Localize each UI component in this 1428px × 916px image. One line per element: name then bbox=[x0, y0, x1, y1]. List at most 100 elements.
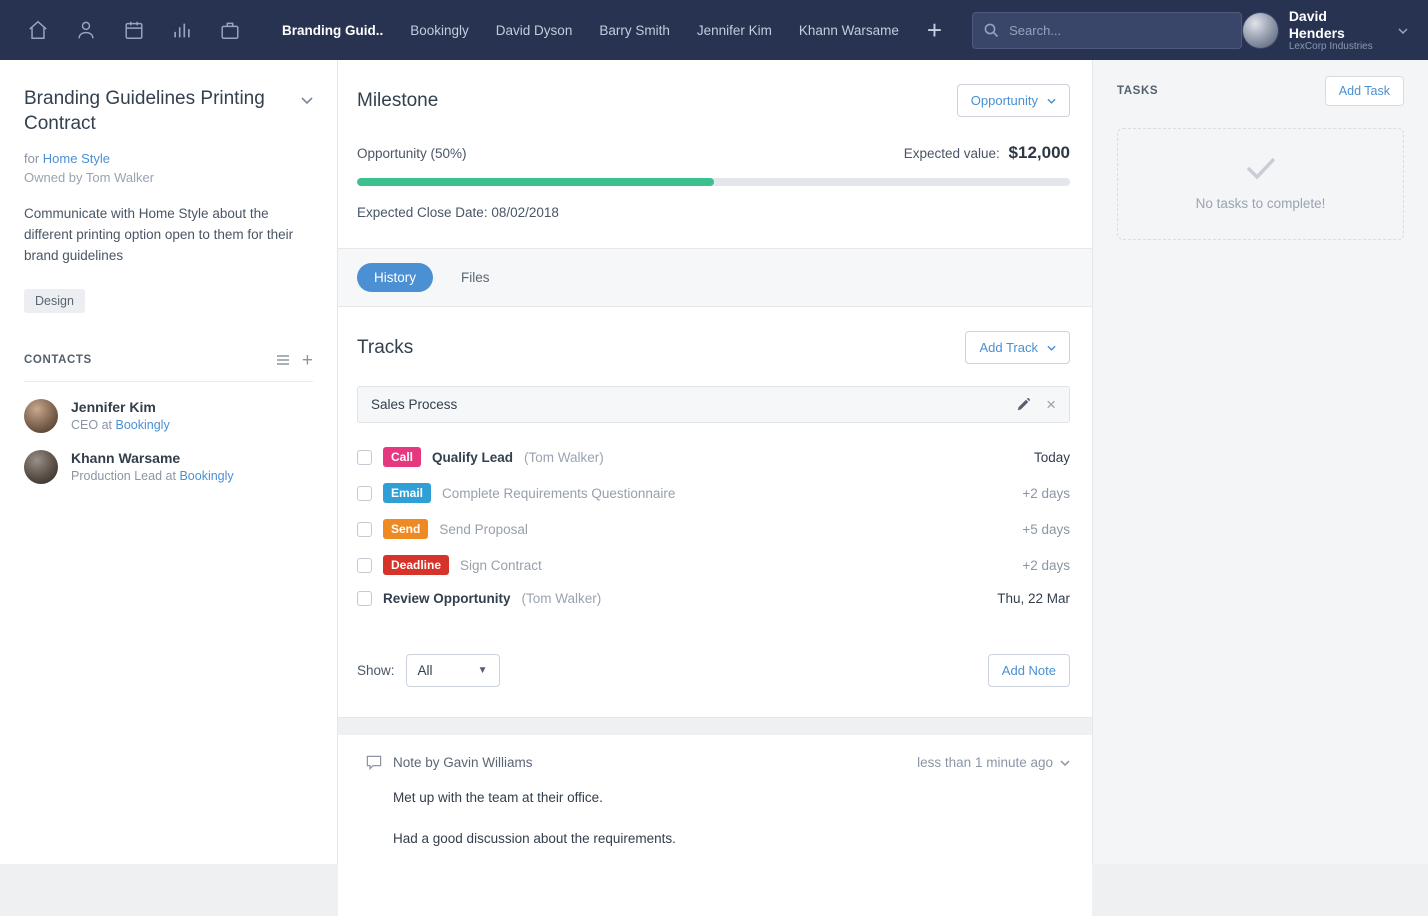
tab-history[interactable]: History bbox=[357, 263, 433, 292]
show-filter-value: All bbox=[418, 663, 433, 678]
tasks-header: TASKS bbox=[1117, 85, 1158, 97]
reports-icon[interactable] bbox=[170, 18, 194, 42]
track-item-title[interactable]: Qualify Lead bbox=[432, 450, 513, 465]
contacts-header: CONTACTS + bbox=[24, 351, 313, 382]
tag-design[interactable]: Design bbox=[24, 289, 85, 313]
user-organization: LexCorp Industries bbox=[1289, 41, 1386, 52]
track-item-sign-contract: Deadline Sign Contract +2 days bbox=[357, 547, 1070, 583]
task-checkbox[interactable] bbox=[357, 486, 372, 501]
cases-icon[interactable] bbox=[218, 18, 242, 42]
at-label: at bbox=[102, 418, 112, 432]
task-checkbox[interactable] bbox=[357, 591, 372, 606]
note-icon bbox=[366, 755, 382, 770]
add-tab-button[interactable]: + bbox=[927, 17, 942, 43]
track-item-title[interactable]: Review Opportunity bbox=[383, 591, 511, 606]
for-label: for bbox=[24, 151, 39, 166]
chevron-down-icon bbox=[1047, 345, 1056, 351]
track-item-list: Call Qualify Lead (Tom Walker) Today Ema… bbox=[357, 439, 1070, 614]
user-name: David Henders bbox=[1289, 8, 1386, 42]
track-header-bar: Sales Process × bbox=[357, 386, 1070, 423]
progress-bar-fill bbox=[357, 178, 714, 186]
note-timestamp: less than 1 minute ago bbox=[917, 755, 1053, 770]
badge-deadline: Deadline bbox=[383, 555, 449, 575]
search-input[interactable] bbox=[972, 12, 1242, 49]
calendar-icon[interactable] bbox=[122, 18, 146, 42]
milestone-title: Milestone bbox=[357, 90, 438, 112]
track-item-due: +2 days bbox=[1022, 558, 1070, 573]
track-name: Sales Process bbox=[371, 397, 457, 412]
tasks-empty-state: No tasks to complete! bbox=[1117, 128, 1404, 240]
home-icon[interactable] bbox=[26, 18, 50, 42]
note-entry: Note by Gavin Williams less than 1 minut… bbox=[338, 735, 1092, 916]
people-icon[interactable] bbox=[74, 18, 98, 42]
expected-value-line: Expected value: $12,000 bbox=[904, 143, 1070, 163]
note-body: Met up with the team at their office. Ha… bbox=[366, 790, 1070, 846]
note-paragraph: Met up with the team at their office. bbox=[393, 790, 1070, 805]
contact-khann-warsame[interactable]: Khann Warsame Production Lead at Booking… bbox=[24, 450, 313, 484]
tab-bookingly[interactable]: Bookingly bbox=[410, 23, 469, 38]
edit-track-icon[interactable] bbox=[1016, 398, 1030, 412]
user-avatar bbox=[1242, 12, 1279, 49]
contact-role: CEO bbox=[71, 418, 98, 432]
task-checkbox[interactable] bbox=[357, 522, 372, 537]
contact-avatar bbox=[24, 450, 58, 484]
main-content: Milestone Opportunity Opportunity (50%) … bbox=[338, 60, 1092, 864]
tab-files[interactable]: Files bbox=[461, 270, 490, 285]
badge-call: Call bbox=[383, 447, 421, 467]
opportunity-dropdown-button[interactable]: Opportunity bbox=[957, 84, 1070, 117]
add-track-button[interactable]: Add Track bbox=[965, 331, 1070, 364]
remove-track-icon[interactable]: × bbox=[1046, 396, 1056, 413]
add-contact-icon[interactable]: + bbox=[302, 351, 313, 370]
add-task-button[interactable]: Add Task bbox=[1325, 76, 1404, 106]
section-gap bbox=[338, 718, 1092, 735]
add-note-button[interactable]: Add Note bbox=[988, 654, 1070, 687]
opportunity-progress-bar bbox=[357, 178, 1070, 186]
track-item-due: +5 days bbox=[1022, 522, 1070, 537]
track-item-assignee: (Tom Walker) bbox=[522, 591, 602, 606]
tab-branding-guidelines[interactable]: Branding Guid.. bbox=[282, 23, 383, 38]
search-icon bbox=[983, 22, 999, 43]
user-menu[interactable]: David Henders LexCorp Industries bbox=[1242, 8, 1408, 53]
track-item-qualify-lead: Call Qualify Lead (Tom Walker) Today bbox=[357, 439, 1070, 475]
show-label: Show: bbox=[357, 663, 395, 678]
track-item-title[interactable]: Sign Contract bbox=[460, 558, 542, 573]
expected-close-date: Expected Close Date: 08/02/2018 bbox=[357, 205, 1070, 220]
related-company-line: for Home Style bbox=[24, 151, 313, 166]
contact-name: Jennifer Kim bbox=[71, 399, 170, 415]
contact-company-link[interactable]: Bookingly bbox=[116, 418, 170, 432]
checkmark-icon bbox=[1244, 155, 1278, 181]
top-navigation: Branding Guid.. Bookingly David Dyson Ba… bbox=[0, 0, 1428, 60]
opportunity-description: Communicate with Home Style about the di… bbox=[24, 204, 313, 267]
contact-jennifer-kim[interactable]: Jennifer Kim CEO at Bookingly bbox=[24, 399, 313, 433]
chevron-down-icon bbox=[1060, 760, 1070, 766]
track-item-assignee: (Tom Walker) bbox=[524, 450, 604, 465]
tab-barry-smith[interactable]: Barry Smith bbox=[599, 23, 670, 38]
track-item-title[interactable]: Complete Requirements Questionnaire bbox=[442, 486, 675, 501]
contact-role: Production Lead bbox=[71, 469, 162, 483]
track-item-title[interactable]: Send Proposal bbox=[439, 522, 528, 537]
task-checkbox[interactable] bbox=[357, 558, 372, 573]
contact-company-link[interactable]: Bookingly bbox=[179, 469, 233, 483]
note-paragraph: Had a good discussion about the requirem… bbox=[393, 831, 1070, 846]
chevron-down-icon bbox=[1398, 21, 1408, 39]
badge-email: Email bbox=[383, 483, 431, 503]
owner-line: Owned by Tom Walker bbox=[24, 170, 313, 185]
list-view-icon[interactable] bbox=[276, 354, 290, 366]
contacts-label: CONTACTS bbox=[24, 354, 92, 366]
open-record-tabs: Branding Guid.. Bookingly David Dyson Ba… bbox=[282, 23, 899, 38]
contact-role-line: Production Lead at Bookingly bbox=[71, 469, 234, 483]
add-track-label: Add Track bbox=[979, 340, 1038, 355]
track-item-due: Today bbox=[1034, 450, 1070, 465]
note-timestamp-toggle[interactable]: less than 1 minute ago bbox=[917, 755, 1070, 770]
caret-down-icon: ▼ bbox=[478, 665, 488, 676]
nav-icon-group bbox=[26, 18, 242, 42]
task-checkbox[interactable] bbox=[357, 450, 372, 465]
tab-khann-warsame[interactable]: Khann Warsame bbox=[799, 23, 899, 38]
company-link[interactable]: Home Style bbox=[43, 151, 110, 166]
tab-jennifer-kim[interactable]: Jennifer Kim bbox=[697, 23, 772, 38]
show-filter-select[interactable]: All ▼ bbox=[406, 654, 500, 687]
tab-david-dyson[interactable]: David Dyson bbox=[496, 23, 573, 38]
track-item-due: Thu, 22 Mar bbox=[997, 591, 1070, 606]
opportunity-actions-chevron-icon[interactable] bbox=[301, 92, 313, 110]
add-note-label: Add Note bbox=[1002, 663, 1056, 678]
